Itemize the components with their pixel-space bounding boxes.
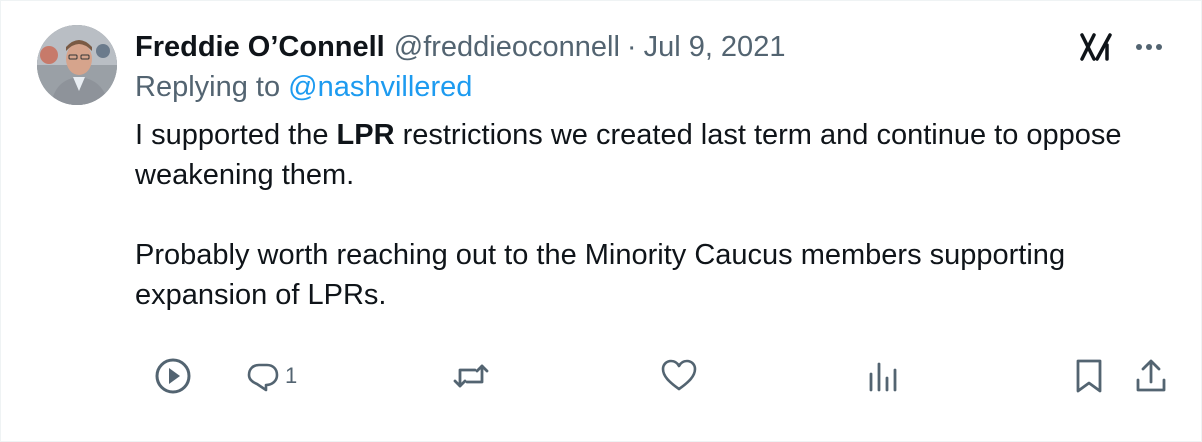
- more-icon[interactable]: [1131, 33, 1167, 61]
- reply-icon: [247, 363, 279, 392]
- tweet-header: Freddie O’Connell @freddieoconnell · Jul…: [135, 28, 785, 66]
- avatar[interactable]: [37, 25, 117, 105]
- views-button[interactable]: [867, 353, 901, 399]
- action-bar: 1: [1, 353, 1202, 399]
- replying-mention[interactable]: @nashvillered: [288, 71, 472, 103]
- grok-icon[interactable]: [1079, 31, 1115, 63]
- replying-to: Replying to @nashvillered: [135, 71, 472, 104]
- retweet-icon: [453, 364, 489, 388]
- bookmark-icon: [1076, 359, 1102, 393]
- author-name[interactable]: Freddie O’Connell: [135, 31, 385, 64]
- body-bold-text: LPR: [336, 119, 395, 151]
- tweet-card[interactable]: Freddie O’Connell @freddieoconnell · Jul…: [0, 0, 1202, 442]
- play-button[interactable]: [153, 353, 193, 399]
- reply-button[interactable]: 1: [245, 353, 297, 399]
- tweet-paragraph-2: Probably worth reaching out to the Minor…: [135, 239, 1066, 311]
- share-icon: [1136, 359, 1166, 392]
- tweet-date[interactable]: Jul 9, 2021: [644, 31, 786, 64]
- bookmark-button[interactable]: [1073, 353, 1105, 399]
- separator-dot: ·: [626, 30, 637, 63]
- share-button[interactable]: [1133, 353, 1169, 399]
- author-handle[interactable]: @freddieoconnell: [394, 31, 620, 64]
- tweet-body: I supported the LPR restrictions we crea…: [135, 115, 1175, 315]
- reply-count: 1: [285, 363, 298, 388]
- replying-label: Replying to: [135, 71, 281, 103]
- tweet-paragraph-1: I supported the LPR restrictions we crea…: [135, 115, 1175, 195]
- retweet-button[interactable]: [451, 353, 491, 399]
- play-icon: [155, 358, 191, 394]
- body-text: I supported the: [135, 119, 337, 151]
- views-icon: [869, 362, 897, 392]
- like-icon: [661, 359, 697, 391]
- like-button[interactable]: [659, 353, 699, 399]
